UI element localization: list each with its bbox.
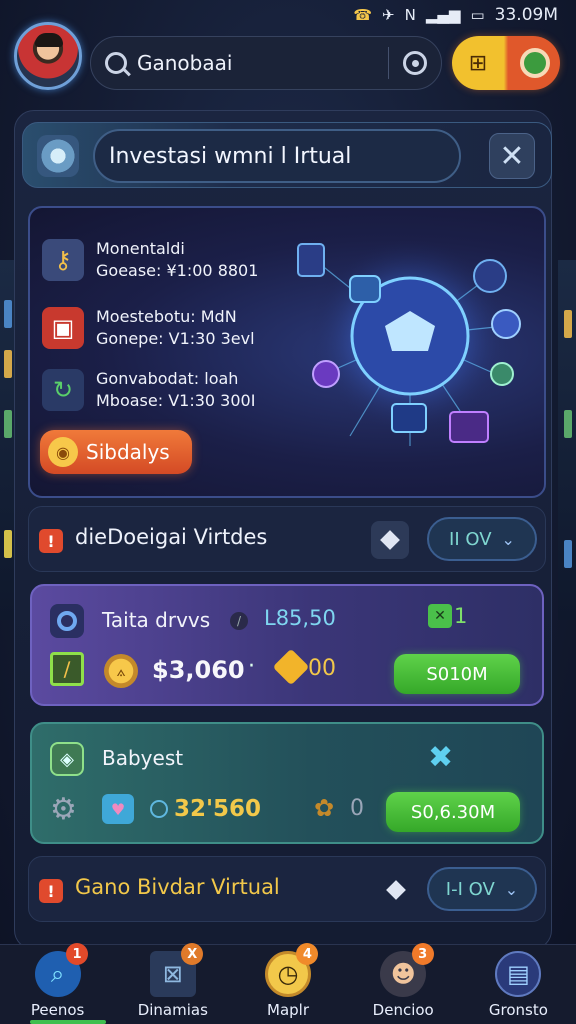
hero-card: ⚷ Monentaldi Goease: ¥1:00 8801 ▣ Moeste… <box>28 206 546 498</box>
tab-peenos[interactable]: ⌕ 1 Peenos <box>0 943 115 1024</box>
hero-item-subtitle: Mboase: V1:30 300I <box>96 391 256 410</box>
section-title: dieDoeigai Virtdes <box>75 525 268 549</box>
battery-icon: ▭ <box>470 6 485 24</box>
cellular-icon: ▂▄▆ <box>425 6 461 24</box>
building-decoration-right <box>558 260 576 620</box>
check-icon: ✕ <box>428 604 452 628</box>
active-tab-indicator <box>30 1020 106 1024</box>
crossed-tools-icon: ✖ <box>428 740 454 775</box>
coin-icon: ⟑ <box>104 654 138 688</box>
status-time: 33.09M <box>494 5 558 25</box>
card-title: Babyest <box>102 746 184 770</box>
search-icon <box>105 52 127 74</box>
chevron-down-icon: ⌄ <box>501 529 515 549</box>
gear-icon: ⚙ <box>50 792 77 827</box>
reward-toggle[interactable]: ⊞ <box>452 36 560 90</box>
close-button[interactable]: ✕ <box>489 133 535 179</box>
alert-badge-icon: ! <box>39 529 63 553</box>
chat-icon: ◉ <box>48 437 78 467</box>
settings-coin-icon: ✿ <box>314 794 335 822</box>
bottom-nav: ⌕ 1 Peenos ⊠ X Dinamias ◷ 4 Maplr ☻ 3 De… <box>0 943 576 1024</box>
hero-item[interactable]: ⚷ Monentaldi Goease: ¥1:00 8801 <box>42 238 258 282</box>
card-action-button[interactable]: S010M <box>394 654 520 694</box>
nfc-icon: N <box>404 6 416 24</box>
lens-icon <box>37 135 79 177</box>
status-bar: ☎ ✈ N ▂▄▆ ▭ 33.09M <box>0 0 576 30</box>
wallet-icon: ▤ <box>495 951 542 997</box>
diamond-button[interactable] <box>377 871 415 909</box>
close-icon: ✕ <box>499 138 525 174</box>
tab-badge: 3 <box>411 943 434 965</box>
page-title: Investasi wmni l Irtual <box>93 129 461 183</box>
card-bullet: · <box>248 654 255 679</box>
hero-item-title: Monentaldi <box>96 239 185 258</box>
card-amount: $3,060 <box>152 656 245 684</box>
card-title: Taita drvvs <box>102 608 211 632</box>
section-title: Gano Bivdar Virtual <box>75 875 280 899</box>
tab-dencioo[interactable]: ☻ 3 Dencioo <box>346 943 461 1024</box>
tab-gronsto[interactable]: ▤ Gronsto <box>461 945 576 1024</box>
tab-maplr[interactable]: ◷ 4 Maplr <box>230 943 345 1024</box>
info-icon[interactable]: / <box>230 612 248 630</box>
target-icon <box>50 604 84 638</box>
cube-icon: ◈ <box>50 742 84 776</box>
section-dropdown-value: I-I OV <box>445 878 495 900</box>
avatar[interactable] <box>14 22 82 90</box>
clock-icon <box>150 800 168 818</box>
heart-icon: ♥ <box>102 794 134 824</box>
section-header: ! Gano Bivdar Virtual I-I OV ⌄ <box>28 856 546 922</box>
gem-icon <box>272 648 310 686</box>
hero-item-title: Moestebotu: MdN <box>96 307 237 326</box>
tab-label: Peenos <box>30 1001 85 1019</box>
hero-item-subtitle: Goease: ¥1:00 8801 <box>96 261 259 280</box>
chevron-down-icon: ⌄ <box>504 879 519 899</box>
section-dropdown-value: II OV <box>449 528 492 550</box>
network-illustration <box>297 236 521 446</box>
diamond-button[interactable] <box>371 521 409 559</box>
toggle-knob <box>520 48 550 78</box>
hero-item[interactable]: ↻ Gonvabodat: loah Mboase: V1:30 300I <box>42 368 255 412</box>
alert-badge-icon: ! <box>39 879 63 903</box>
key-icon: ⚷ <box>42 239 84 281</box>
signal-icon: ✈ <box>382 6 395 24</box>
tab-label: Gronsto <box>488 1001 548 1019</box>
camera-icon[interactable] <box>403 51 427 75</box>
diamond-icon <box>380 530 400 550</box>
investment-card[interactable]: ◈ Babyest ✖ ⚙ ♥ 32'560 ✿ 0 S0,6.30M <box>30 722 544 844</box>
refresh-icon: ↻ <box>42 369 84 411</box>
title-bar: Investasi wmni l Irtual ✕ <box>22 122 552 188</box>
section-header: ! dieDoeigai Virtdes II OV ⌄ <box>28 506 546 572</box>
card-amount-group: 32'560 <box>150 796 261 822</box>
wifi-icon: ☎ <box>353 6 373 24</box>
tab-label: Dinamias <box>137 1001 208 1019</box>
hero-item[interactable]: ▣ Moestebotu: MdN Gonepe: V1:30 3evl <box>42 306 255 350</box>
hero-item-subtitle: Gonepe: V1:30 3evl <box>96 329 255 348</box>
card-price: L85,50 <box>264 606 336 630</box>
card-amount: 32'560 <box>174 796 262 822</box>
tab-badge: 1 <box>66 943 88 965</box>
bag-icon: ▣ <box>42 307 84 349</box>
card-count: 0 <box>350 796 364 821</box>
card-tag: ✕ 1 <box>428 604 467 628</box>
hero-action-button[interactable]: ◉ Sibdalys <box>40 430 192 474</box>
search-bar[interactable]: Ganobaai <box>90 36 442 90</box>
tab-label: Dencioo <box>372 1001 434 1019</box>
hero-action-label: Sibdalys <box>86 440 170 464</box>
tab-dinamias[interactable]: ⊠ X Dinamias <box>115 943 230 1024</box>
section-dropdown[interactable]: II OV ⌄ <box>427 517 537 561</box>
search-input[interactable]: Ganobaai <box>137 51 374 75</box>
chart-icon: ∕ <box>50 652 84 686</box>
investment-card[interactable]: Taita drvvs / L85,50 ✕ 1 ∕ ⟑ $3,060 · 00… <box>30 584 544 706</box>
hero-item-title: Gonvabodat: loah <box>96 369 239 388</box>
tab-badge: X <box>181 943 204 965</box>
gift-icon: ⊞ <box>468 50 488 76</box>
tab-label: Maplr <box>267 1001 309 1019</box>
tab-badge: 4 <box>296 943 319 965</box>
diamond-icon <box>386 880 406 900</box>
card-action-button[interactable]: S0,6.30M <box>386 792 520 832</box>
section-dropdown[interactable]: I-I OV ⌄ <box>427 867 537 911</box>
card-count: 00 <box>308 656 336 681</box>
